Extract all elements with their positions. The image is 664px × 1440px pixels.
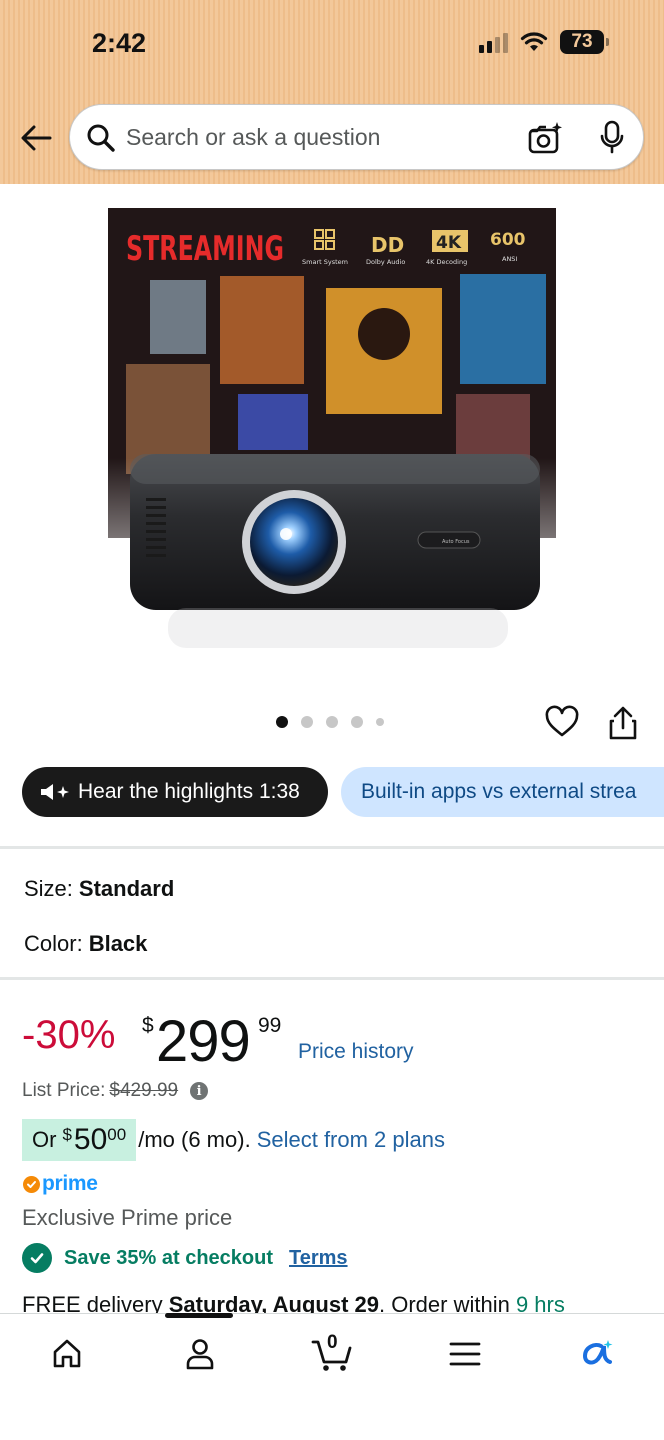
nav-cart[interactable]: 0 (308, 1330, 356, 1378)
autofocus-label: Auto Focus (442, 539, 470, 545)
price-whole: 299 (156, 1009, 251, 1074)
poster-desert (220, 276, 304, 384)
share-button[interactable] (606, 704, 640, 747)
carousel-dot[interactable] (326, 716, 338, 728)
search-input[interactable] (126, 119, 506, 155)
color-value: Black (88, 931, 148, 956)
exclusive-prime-price: Exclusive Prime price (22, 1205, 233, 1230)
carousel-dots[interactable] (276, 716, 384, 728)
feature-label-smart: Smart System (302, 258, 348, 266)
bottom-navigation: 0 (0, 1313, 664, 1440)
feature-value-ansi: 600 (490, 230, 526, 250)
share-icon (609, 706, 637, 740)
checkout-coupon: Save 35% at checkout Terms (22, 1243, 348, 1273)
poster-racer (150, 280, 206, 354)
status-icons: 73 (479, 30, 609, 54)
carousel-dot[interactable] (376, 718, 384, 726)
installment-currency: $ (62, 1125, 72, 1144)
rufus-assistant-icon (582, 1340, 613, 1365)
home-icon (53, 1339, 81, 1368)
dolby-icon: DD (371, 233, 404, 257)
installment-fraction: 00 (107, 1125, 127, 1144)
status-time: 2:42 (92, 28, 147, 58)
list-price-value: $429.99 (109, 1080, 179, 1101)
hear-highlights-label: Hear the highlights 1:38 (78, 780, 300, 803)
terms-link[interactable]: Terms (289, 1247, 348, 1270)
save-checkout-text: Save 35% at checkout (64, 1246, 273, 1269)
arrow-left-icon (21, 125, 52, 151)
cell-signal-icon (479, 31, 508, 53)
installment-offer: Or $ 50 00 /mo (6 mo). Select from 2 pla… (22, 1119, 445, 1161)
prime-logo: prime (23, 1172, 98, 1196)
carousel-dot[interactable] (276, 716, 288, 728)
feature-label-4k: 4K Decoding (426, 258, 467, 266)
checkmark-circle-icon (22, 1243, 52, 1273)
microphone-icon[interactable] (598, 119, 626, 157)
nav-menu[interactable] (441, 1330, 489, 1378)
wifi-icon (520, 32, 548, 51)
price-history-link[interactable]: Price history (298, 1040, 414, 1064)
section-divider (0, 977, 664, 980)
select-plans-link[interactable]: Select from 2 plans (257, 1127, 445, 1153)
price-fraction: 99 (258, 1014, 282, 1037)
heart-icon (545, 705, 579, 737)
search-bar[interactable] (69, 104, 644, 170)
product-image[interactable]: STREAMING Smart System DD Dolby Audio 4K… (108, 208, 556, 656)
nav-rufus-assistant[interactable] (573, 1330, 621, 1378)
builtin-apps-label: Built-in apps vs external strea (361, 780, 637, 803)
banner-headline: STREAMING (126, 229, 284, 269)
user-icon (186, 1339, 214, 1370)
poster-creature (238, 394, 308, 450)
camera-search-icon[interactable] (526, 119, 564, 157)
size-value: Standard (78, 876, 175, 901)
back-button[interactable] (16, 118, 56, 158)
4k-text: 4K (436, 233, 462, 253)
prime-check-icon (23, 1175, 40, 1193)
installment-amount: 50 (73, 1123, 108, 1156)
cart-count: 0 (327, 1332, 338, 1353)
poster-mermaid (460, 274, 546, 384)
discount-percentage: -30% (22, 1013, 116, 1057)
app-header: 2:42 73 (0, 0, 664, 184)
nav-home[interactable] (43, 1330, 91, 1378)
size-label: Size: (24, 876, 73, 901)
info-icon[interactable]: i (190, 1082, 209, 1100)
battery-indicator: 73 (560, 30, 609, 54)
size-selector[interactable]: Size: Standard (24, 876, 174, 902)
menu-icon (449, 1342, 481, 1366)
hear-highlights-button[interactable]: Hear the highlights 1:38 (22, 767, 328, 817)
active-tab-indicator (165, 1313, 233, 1318)
list-price-label: List Price: (22, 1080, 106, 1101)
lens-icon (250, 498, 338, 586)
feature-label-ansi: ANSI (502, 255, 517, 263)
nav-account[interactable] (176, 1330, 224, 1378)
color-label: Color: (24, 931, 83, 956)
color-selector[interactable]: Color: Black (24, 931, 147, 957)
installment-term: /mo (6 mo). (138, 1127, 251, 1152)
speaker-sparkle-icon (41, 784, 69, 800)
price-currency: $ (142, 1014, 154, 1037)
prime-logo-text: prime (42, 1172, 98, 1195)
carousel-dot[interactable] (301, 716, 313, 728)
section-divider (0, 846, 664, 849)
builtin-apps-chip[interactable]: Built-in apps vs external strea (341, 767, 664, 817)
list-price: List Price: $429.99 i (22, 1080, 209, 1102)
feature-label-dolby: Dolby Audio (366, 258, 405, 266)
installment-badge: Or $ 50 00 (22, 1119, 137, 1161)
poster-silhouette-head (358, 308, 410, 360)
wishlist-button[interactable] (544, 704, 580, 745)
search-icon (87, 124, 115, 152)
carousel-dot[interactable] (351, 716, 363, 728)
installment-prefix: Or (32, 1127, 57, 1152)
